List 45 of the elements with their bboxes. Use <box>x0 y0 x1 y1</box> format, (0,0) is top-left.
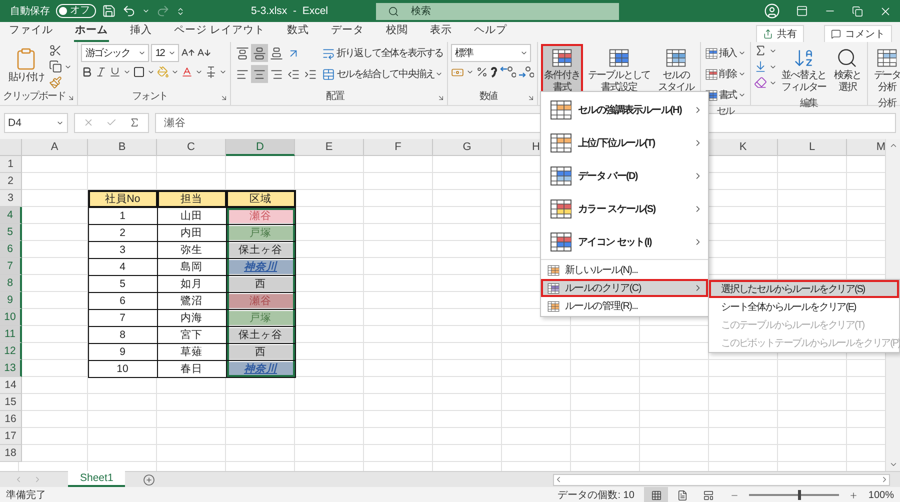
table-cell: 8 <box>88 326 158 344</box>
table-cell: 宮下 <box>156 326 226 344</box>
status-text: 準備完了 <box>6 488 46 502</box>
table-cell: 西 <box>226 342 296 360</box>
group-label: フォント <box>132 90 168 104</box>
table-cell: 4 <box>88 258 158 276</box>
count-text: データの個数: 10 <box>558 489 634 502</box>
table-cell: 神奈川 <box>226 258 296 276</box>
table-cell: 内海 <box>156 308 226 326</box>
window-title: 5-3.xlsx - Excel <box>251 5 328 17</box>
table-cell: 瀬谷 <box>226 206 296 224</box>
table-cell: 弥生 <box>156 240 226 258</box>
table-cell: 西 <box>226 274 296 292</box>
table-cell: 神奈川 <box>226 360 296 378</box>
table-cell: 春日 <box>156 360 226 378</box>
table-cell: 9 <box>88 342 158 360</box>
search-placeholder: 検索 <box>411 4 432 18</box>
table-cell: 3 <box>88 240 158 258</box>
table-cell: 10 <box>88 360 158 378</box>
table-cell: 戸塚 <box>226 224 296 242</box>
table-cell: 5 <box>88 274 158 292</box>
table-cell: 保土ヶ谷 <box>226 326 296 344</box>
table-cell: 2 <box>88 224 158 242</box>
table-cell: 保土ヶ谷 <box>226 240 296 258</box>
table-cell: 如月 <box>156 274 226 292</box>
table-cell: 鷺沼 <box>156 292 226 310</box>
group-label: 分析 <box>878 96 896 111</box>
table-cell: 1 <box>88 206 158 224</box>
table-cell: 6 <box>88 292 158 310</box>
group-label: 編集 <box>800 97 818 111</box>
table-cell: 島岡 <box>156 258 226 276</box>
group-label: 配置 <box>326 90 344 104</box>
header-cell: 区域 <box>226 190 296 208</box>
table-cell: 7 <box>88 308 158 326</box>
table-cell: 山田 <box>156 206 226 224</box>
group-label: クリップボード <box>3 90 66 104</box>
table-cell: 瀬谷 <box>226 292 296 310</box>
zoom-level: 100% <box>868 490 894 500</box>
table-cell: 内田 <box>156 224 226 242</box>
header-cell: 担当 <box>156 190 226 208</box>
table-cell: 草薙 <box>156 342 226 360</box>
table-cell: 戸塚 <box>226 308 296 326</box>
group-label: 数値 <box>479 90 498 104</box>
header-cell: 社員No <box>88 190 158 208</box>
autosave-label: 自動保存 <box>10 5 50 18</box>
